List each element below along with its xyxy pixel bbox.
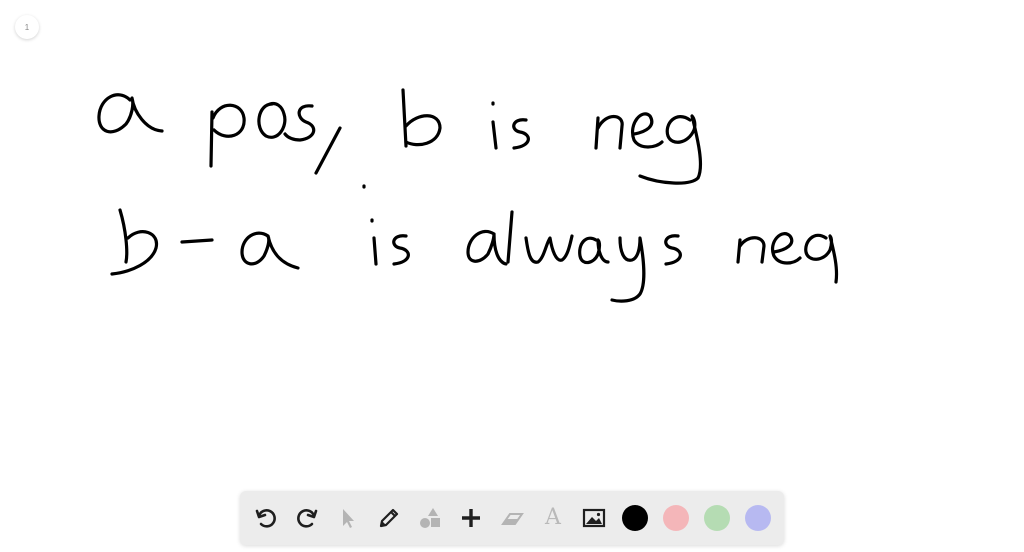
undo-button[interactable] — [248, 500, 284, 536]
text-tool-button[interactable]: A — [535, 500, 571, 536]
redo-icon — [297, 509, 318, 528]
shapes-tool-button[interactable] — [412, 500, 448, 536]
color-swatch-purple — [745, 505, 771, 531]
add-button[interactable] — [453, 500, 489, 536]
color-swatch-green — [704, 505, 730, 531]
redo-button[interactable] — [289, 500, 325, 536]
drawing-toolbar: A — [240, 491, 784, 545]
undo-icon — [255, 509, 276, 528]
color-pink-swatch[interactable] — [658, 500, 694, 536]
image-icon — [582, 508, 606, 528]
color-swatch-pink — [663, 505, 689, 531]
eraser-tool-button[interactable] — [494, 500, 530, 536]
handwriting-line-1 — [97, 88, 703, 189]
whiteboard-canvas[interactable]: 1 a pos, b is neg b - a is always neg — [0, 0, 1024, 552]
handwriting-ink — [97, 88, 839, 303]
color-green-swatch[interactable] — [699, 500, 735, 536]
plus-icon — [462, 509, 480, 527]
select-tool-button[interactable] — [330, 500, 366, 536]
color-swatch-black — [622, 505, 648, 531]
pencil-icon — [379, 508, 399, 528]
color-purple-swatch[interactable] — [740, 500, 776, 536]
shapes-icon — [420, 508, 440, 528]
eraser-icon — [501, 513, 524, 525]
pointer-icon — [343, 509, 354, 528]
color-black-swatch[interactable] — [617, 500, 653, 536]
handwriting-line-2 — [110, 208, 839, 303]
pen-tool-button[interactable] — [371, 500, 407, 536]
image-tool-button[interactable] — [576, 500, 612, 536]
text-icon: A — [545, 505, 561, 530]
